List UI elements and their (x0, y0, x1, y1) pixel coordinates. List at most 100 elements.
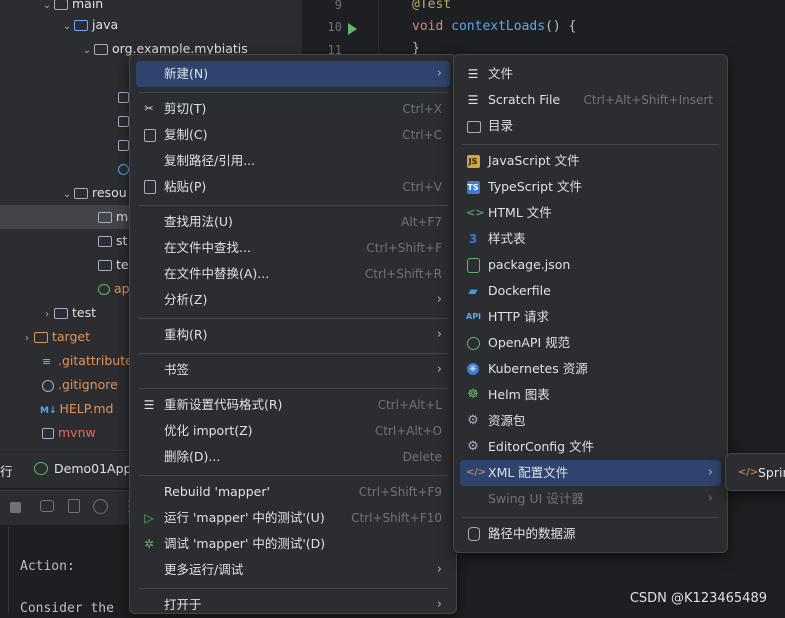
new-item-directory[interactable]: 目录 (460, 113, 721, 139)
source-folder-icon (74, 20, 88, 31)
menu-item-replace-in-files[interactable]: 在文件中替换(A)... Ctrl+Shift+R (136, 261, 450, 287)
new-item-dockerfile[interactable]: ▰ Dockerfile (460, 278, 721, 304)
new-item-editorconfig[interactable]: ⚙ EditorConfig 文件 (460, 434, 721, 460)
clipboard-icon (144, 180, 156, 194)
spring-class-icon (118, 164, 129, 175)
tree-item-templates[interactable]: te (98, 253, 129, 277)
xml-item-spring-config[interactable]: </> Sprin (732, 460, 785, 486)
new-item-typescript[interactable]: TS TypeScript 文件 (460, 174, 721, 200)
run-tab-label: 行 (0, 464, 13, 479)
tree-item-gitignore[interactable]: .gitignore (42, 373, 118, 397)
new-submenu: ☰ 文件 ☰ Scratch File Ctrl+Alt+Shift+Inser… (453, 54, 728, 553)
folder-icon (98, 260, 112, 271)
gauge-icon[interactable] (93, 499, 108, 514)
menu-item-debug-tests[interactable]: ✲ 调试 'mapper' 中的测试'(D) (136, 531, 450, 557)
file-icon: ☰ (467, 67, 479, 81)
javascript-icon: JS (466, 154, 480, 168)
new-item-http-request[interactable]: API HTTP 请求 (460, 304, 721, 330)
new-item-swing-designer[interactable]: Swing UI 设计器 › (460, 486, 721, 512)
menu-item-open-in[interactable]: 打开于 › (136, 592, 450, 618)
markdown-icon: M↓ (40, 406, 57, 416)
menu-item-find-in-files[interactable]: 在文件中查找... Ctrl+Shift+F (136, 235, 450, 261)
run-icon: ▷ (144, 511, 154, 525)
tree-item-test[interactable]: › test (40, 301, 96, 325)
tree-item-mvnw[interactable]: mvnw (42, 421, 96, 445)
tree-item-help-md[interactable]: M↓ HELP.md (40, 397, 113, 421)
new-item-datasource[interactable]: 路径中的数据源 (460, 521, 721, 547)
new-item-xml-config[interactable]: </> XML 配置文件 › (460, 460, 721, 486)
context-menu: 新建(N) › ✂ 剪切(T) Ctrl+X 复制(C) Ctrl+C 复制路径… (129, 54, 457, 614)
new-item-resource-bundle[interactable]: ⚙ 资源包 (460, 408, 721, 434)
tree-item-java[interactable]: ⌄ java (60, 13, 118, 37)
new-item-file[interactable]: ☰ 文件 (460, 61, 721, 87)
tree-item-static[interactable]: st (98, 229, 127, 253)
line-number: 9 (334, 0, 342, 12)
menu-item-rebuild[interactable]: Rebuild 'mapper' Ctrl+Shift+F9 (136, 479, 450, 505)
xml-submenu: </> Sprin (725, 453, 785, 491)
chevron-right-icon: › (436, 362, 442, 377)
tree-item-application[interactable]: ap (98, 277, 130, 301)
menu-separator (138, 353, 448, 354)
menu-item-analyze[interactable]: 分析(Z) › (136, 287, 450, 313)
typescript-icon: TS (466, 181, 480, 194)
menu-item-copy[interactable]: 复制(C) Ctrl+C (136, 122, 450, 148)
new-item-html[interactable]: <> HTML 文件 (460, 200, 721, 226)
menu-item-cut[interactable]: ✂ 剪切(T) Ctrl+X (136, 96, 450, 122)
chevron-down-icon: ⌄ (42, 0, 52, 11)
new-item-javascript[interactable]: JS JavaScript 文件 (460, 148, 721, 174)
spring-xml-icon: </> (738, 467, 759, 478)
menu-separator (138, 388, 448, 389)
new-item-scratch[interactable]: ☰ Scratch File Ctrl+Alt+Shift+Insert (460, 87, 721, 113)
menu-item-optimize-imports[interactable]: 优化 import(Z) Ctrl+Alt+O (136, 418, 450, 444)
openapi-icon (467, 337, 480, 350)
debug-bug-icon: ✲ (143, 537, 155, 551)
folder-icon (98, 236, 112, 247)
chevron-right-icon: › (436, 327, 442, 342)
new-item-package-json[interactable]: package.json (460, 252, 721, 278)
database-icon (468, 527, 480, 541)
gear-icon: ⚙ (467, 439, 479, 454)
menu-item-reformat[interactable]: ☰ 重新设置代码格式(R) Ctrl+Alt+L (136, 392, 450, 418)
api-icon: API (466, 312, 482, 321)
menu-separator (462, 144, 719, 145)
menu-separator (138, 92, 448, 93)
menu-item-more-run[interactable]: 更多运行/调试 › (136, 557, 450, 583)
menu-item-run-tests[interactable]: ▷ 运行 'mapper' 中的测试'(U) Ctrl+Shift+F10 (136, 505, 450, 531)
console-line: Action: (20, 559, 75, 574)
menu-item-new[interactable]: 新建(N) › (136, 61, 450, 87)
new-item-stylesheet[interactable]: 3 样式表 (460, 226, 721, 252)
menu-item-copy-path[interactable]: 复制路径/引用... (136, 148, 450, 174)
chevron-down-icon: ⌄ (62, 21, 72, 32)
chevron-right-icon: › (436, 597, 442, 612)
new-item-openapi[interactable]: OpenAPI 规范 (460, 330, 721, 356)
gutter-divider (378, 0, 379, 60)
chevron-right-icon: › (45, 309, 49, 320)
menu-item-refactor[interactable]: 重构(R) › (136, 322, 450, 348)
camera-icon[interactable] (40, 500, 54, 512)
import-icon[interactable] (68, 499, 80, 513)
new-item-helm[interactable]: ☸ Helm 图表 (460, 382, 721, 408)
css-icon: 3 (468, 232, 478, 246)
menu-separator (138, 205, 448, 206)
new-item-kubernetes[interactable]: ⎈ Kubernetes 资源 (460, 356, 721, 382)
chevron-right-icon: › (707, 491, 713, 506)
scissors-icon: ✂ (144, 102, 154, 115)
menu-item-delete[interactable]: 删除(D)... Delete (136, 444, 450, 470)
stop-icon[interactable] (10, 502, 21, 513)
menu-separator (138, 318, 448, 319)
run-config-tab[interactable]: Demo01App (54, 461, 131, 476)
run-gutter-icon[interactable] (348, 23, 357, 35)
menu-item-find-usages[interactable]: 查找用法(U) Alt+F7 (136, 209, 450, 235)
tree-item-gitattributes[interactable]: ≡ .gitattribute (42, 349, 133, 373)
tree-item-target[interactable]: › target (20, 325, 90, 349)
tree-item-resources[interactable]: ⌄ resou (60, 181, 127, 205)
folder-icon (98, 212, 112, 223)
menu-item-bookmarks[interactable]: 书签 › (136, 357, 450, 383)
gear-icon: ⚙ (467, 413, 479, 428)
code-method-line: void contextLoads() { (412, 19, 577, 34)
menu-item-paste[interactable]: 粘贴(P) Ctrl+V (136, 174, 450, 200)
code-annotation: @Test (412, 0, 452, 12)
folder-icon (467, 121, 481, 133)
console-line: Consider the (20, 601, 114, 616)
resources-folder-icon (74, 188, 88, 199)
